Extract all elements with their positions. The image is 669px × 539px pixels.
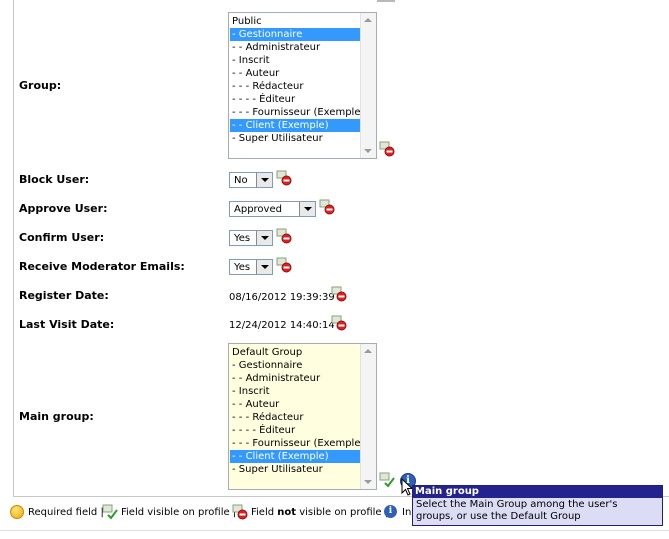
scroll-up-arrow-icon[interactable] [364,18,372,22]
block-user-select[interactable]: No [229,172,273,188]
main-group-listbox[interactable]: Default Group - Gestionnaire - - Administr… [228,343,377,490]
previous-field-edge [377,0,395,2]
profile-hidden-icon [319,199,335,215]
legend-not-visible-post: visible on profile | [296,507,389,518]
listbox-option[interactable]: - - - Fournisseur (Exemple) [230,437,360,450]
confirm-user-label: Confirm User: [19,231,105,244]
dropdown-arrow-icon[interactable] [256,260,272,274]
register-date-label: Register Date: [19,289,109,302]
legend-not-visible-pre: Field [251,507,278,518]
profile-hidden-icon [276,257,292,273]
block-user-label: Block User: [19,173,90,186]
scroll-up-arrow-icon[interactable] [364,349,372,353]
profile-hidden-icon [276,170,292,186]
scroll-down-arrow-icon[interactable] [364,149,372,153]
listbox-option[interactable]: - - - - Éditeur [230,424,360,437]
main-group-label: Main group: [19,410,94,423]
last-visit-date-value: 12/24/2012 14:40:14 [229,320,335,331]
legend-required: Required field | [28,507,104,518]
main-group-tooltip: Main group Select the Main Group among t… [412,485,663,526]
profile-hidden-icon [232,504,248,520]
listbox-option[interactable]: - - Auteur [230,398,360,411]
block-user-value: No [234,175,248,186]
info-icon: i [384,505,397,518]
listbox-option[interactable]: - - Client (Exemple) [230,450,360,463]
listbox-option[interactable]: Default Group [230,346,360,359]
last-visit-date-label: Last Visit Date: [19,318,115,331]
dropdown-arrow-icon[interactable] [256,173,272,187]
listbox-option[interactable]: - Super Utilisateur [230,463,360,476]
listbox-option[interactable]: - - Administrateur [230,372,360,385]
group-options: Public - Gestionnaire - - Administrateur - … [230,15,360,145]
approve-user-value: Approved [234,204,282,215]
listbox-option[interactable]: - - Administrateur [230,41,360,54]
profile-visible-icon [379,472,395,488]
group-label: Group: [19,79,62,92]
profile-visible-icon [102,504,118,520]
profile-hidden-icon [379,141,395,157]
receive-moderator-emails-label: Receive Moderator Emails: [19,260,185,273]
main-group-options: Default Group - Gestionnaire - - Administr… [230,346,360,476]
legend-visible: Field visible on profile | [121,507,237,518]
listbox-option[interactable]: - Super Utilisateur [230,132,360,145]
listbox-option[interactable]: - - - - Éditeur [230,93,360,106]
listbox-option[interactable]: - - - Fournisseur (Exemple) [230,106,360,119]
tooltip-title: Main group [413,486,662,498]
approve-user-select[interactable]: Approved [229,201,316,217]
listbox-option[interactable]: - - - Rédacteur [230,80,360,93]
dropdown-arrow-icon[interactable] [299,202,315,216]
dropdown-arrow-icon[interactable] [256,231,272,245]
required-field-icon [10,505,24,519]
listbox-option[interactable]: - Inscrit [230,385,360,398]
confirm-user-value: Yes [234,233,251,244]
listbox-option[interactable]: - - - Rédacteur [230,411,360,424]
listbox-option[interactable]: - Gestionnaire [230,28,360,41]
profile-hidden-icon [276,228,292,244]
tooltip-body-line-1: Select the Main Group among the user's [416,499,618,510]
divider [0,530,669,531]
profile-hidden-icon [331,315,347,331]
group-listbox[interactable]: Public - Gestionnaire - - Administrateur - … [228,12,377,159]
legend-not-visible: Field not visible on profile | [251,504,388,522]
tooltip-body: Select the Main Group among the user's g… [413,498,662,523]
tooltip-body-line-2: groups, or use the Default Group [416,511,581,522]
legend-not-visible-bold: not [277,507,297,518]
group-scrollbar[interactable] [360,13,376,158]
approve-user-label: Approve User: [19,202,108,215]
listbox-option[interactable]: - - Client (Exemple) [230,119,360,132]
receive-moderator-emails-value: Yes [234,262,251,273]
register-date-value: 08/16/2012 19:39:39 [229,292,335,303]
profile-hidden-icon [331,286,347,302]
listbox-option[interactable]: - Inscrit [230,54,360,67]
main-group-scrollbar[interactable] [360,344,376,489]
listbox-option[interactable]: - Gestionnaire [230,359,360,372]
confirm-user-select[interactable]: Yes [229,230,273,246]
listbox-option[interactable]: - - Auteur [230,67,360,80]
listbox-option[interactable]: Public [230,15,360,28]
scroll-down-arrow-icon[interactable] [364,480,372,484]
legend-info: In [402,507,412,518]
receive-moderator-emails-select[interactable]: Yes [229,259,273,275]
